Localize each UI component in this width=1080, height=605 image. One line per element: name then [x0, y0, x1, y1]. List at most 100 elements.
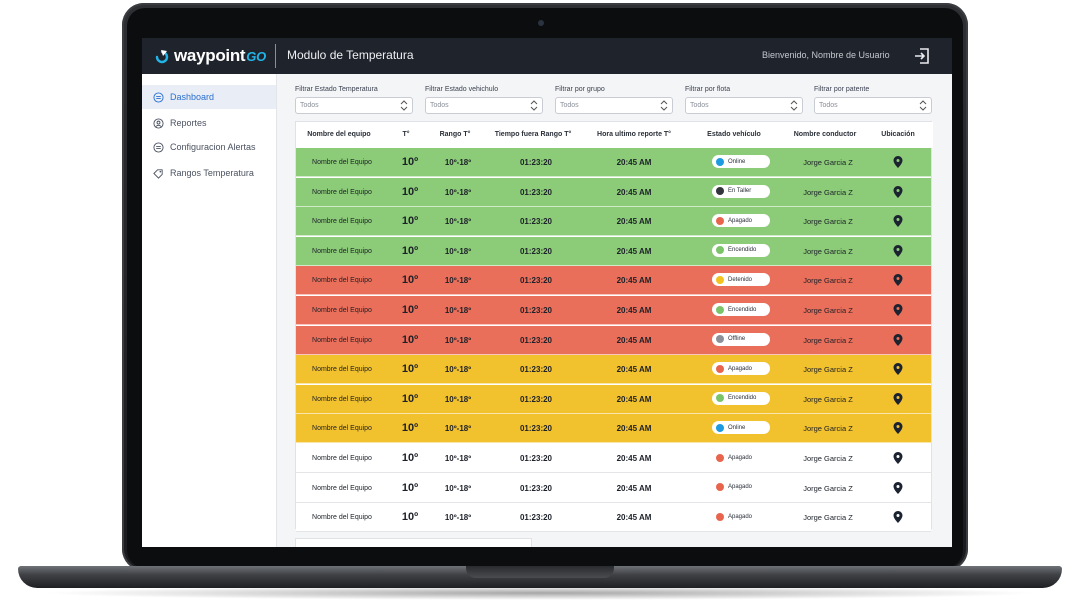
location-pin-icon[interactable] — [893, 511, 903, 524]
table-row[interactable]: Nombre del Equipo 10º 10º-18º 01:23:20 20:45… — [296, 148, 931, 177]
location-pin-icon[interactable] — [893, 422, 903, 435]
user-circle-icon — [153, 117, 164, 129]
column-header[interactable]: Rango T° — [440, 131, 471, 138]
laptop-shadow — [40, 586, 1040, 600]
sidebar-item-configuracion-alertas[interactable]: Configuracion Alertas — [142, 135, 276, 159]
column-header[interactable]: T° — [402, 131, 409, 138]
temperature-range: 10º-18º — [444, 217, 472, 227]
laptop-base-notch — [466, 566, 614, 578]
location-pin-icon[interactable] — [893, 333, 903, 346]
location-pin-icon[interactable] — [893, 392, 903, 405]
brand-logo[interactable]: waypointGO — [154, 46, 266, 66]
driver-name: Jorge Garcia Z — [803, 246, 853, 256]
filter-flota-select[interactable]: Todos — [685, 97, 803, 114]
temperature-range: 10º-18º — [444, 394, 472, 404]
equipo-name: Nombre del Equipo — [312, 247, 372, 255]
table-row[interactable]: Nombre del Equipo 10º 10º-18º 01:23:20 20:45… — [296, 444, 931, 473]
location-pin-icon[interactable] — [893, 244, 903, 257]
equipo-name: Nombre del Equipo — [312, 307, 372, 314]
equipo-name: Nombre del Equipo — [312, 366, 372, 374]
vehicle-status-badge: Encendido — [712, 391, 770, 405]
vehicle-status-label: Encendido — [728, 395, 757, 402]
driver-name: Jorge Garcia Z — [803, 513, 853, 523]
chevron-updown-icon — [790, 100, 798, 111]
column-header[interactable]: Nombre conductor — [794, 131, 857, 138]
filter-value: Todos — [690, 102, 709, 109]
status-dot-icon — [716, 305, 724, 314]
last-report-time: 20:45 AM — [616, 335, 652, 345]
filter-value: Todos — [819, 102, 838, 109]
temperature-value: 10º — [401, 392, 419, 405]
column-header[interactable]: Ubicación — [881, 131, 914, 138]
filter-patente-select[interactable]: Todos — [814, 97, 932, 114]
app-screen: waypointGO Modulo de Temperatura Bienven… — [142, 38, 952, 547]
table-row[interactable]: Nombre del Equipo 10º 10º-18º 01:23:20 20:45… — [296, 355, 931, 385]
sidebar-item-reportes[interactable]: Reportes — [142, 111, 276, 135]
table-row[interactable]: Nombre del Equipo 10º 10º-18º 01:23:20 20:45… — [296, 236, 931, 266]
last-report-time: 20:45 AM — [616, 365, 652, 375]
table-row[interactable]: Nombre del Equipo 10º 10º-18º 01:23:20 20:45… — [296, 325, 931, 355]
time-out-of-range: 01:23:20 — [519, 424, 553, 434]
vehicle-status-badge: Apagado — [712, 362, 770, 376]
vehicle-status-label: Offline — [728, 336, 746, 343]
driver-name: Jorge Garcia Z — [803, 306, 853, 315]
table-row[interactable]: Nombre del Equipo 10º 10º-18º 01:23:20 20:45… — [296, 207, 931, 237]
equipo-name: Nombre del Equipo — [312, 218, 372, 226]
location-pin-icon[interactable] — [893, 363, 903, 376]
vehicle-status-badge: Apagado — [712, 481, 770, 494]
sidebar-item-dashboard[interactable]: Dashboard — [142, 85, 276, 109]
location-pin-icon[interactable] — [893, 185, 903, 198]
time-out-of-range: 01:23:20 — [519, 158, 553, 167]
temperature-value: 10º — [401, 511, 419, 524]
location-pin-icon[interactable] — [893, 452, 903, 464]
last-report-time: 20:45 AM — [616, 454, 652, 463]
logout-icon[interactable] — [912, 46, 932, 66]
filter-estado-vehiculo: Filtrar Estado vehichulo Todos — [425, 86, 543, 114]
table-row[interactable]: Nombre del Equipo 10º 10º-18º 01:23:20 20:45… — [296, 296, 931, 325]
chevron-updown-icon — [400, 100, 408, 111]
vehicle-status-label: En Taller — [728, 188, 752, 195]
table-header: Nombre del equipo T° Rango T° Tiempo fue… — [296, 122, 933, 148]
filter-estado-temperatura-select[interactable]: Todos — [295, 97, 413, 114]
time-out-of-range: 01:23:20 — [519, 483, 553, 493]
location-pin-icon[interactable] — [893, 215, 903, 228]
vehicle-status-label: Detenido — [728, 276, 753, 283]
chevron-updown-icon — [530, 100, 538, 111]
vehicle-status-label: Apagado — [728, 484, 753, 491]
vehicle-status-badge: Apagado — [712, 510, 770, 523]
table-row[interactable]: Nombre del Equipo 10º 10º-18º 01:23:20 20:45… — [296, 503, 931, 533]
filter-value: Todos — [560, 102, 579, 109]
last-report-time: 20:45 AM — [616, 276, 652, 286]
tag-icon — [153, 168, 163, 179]
filter-estado-temperatura: Filtrar Estado Temperatura Todos — [295, 86, 413, 114]
top-navbar: waypointGO Modulo de Temperatura Bienven… — [142, 38, 952, 74]
time-out-of-range: 01:23:20 — [519, 365, 553, 375]
camera-icon — [538, 20, 544, 26]
filter-estado-vehiculo-select[interactable]: Todos — [425, 97, 543, 114]
table-row[interactable]: Nombre del Equipo 10º 10º-18º 01:23:20 20:45… — [296, 177, 931, 207]
location-pin-icon[interactable] — [893, 156, 903, 168]
table-row[interactable]: Nombre del Equipo 10º 10º-18º 01:23:20 20:45… — [296, 473, 931, 503]
driver-name: Jorge Garcia Z — [803, 335, 853, 345]
status-dot-icon — [716, 423, 724, 432]
time-out-of-range: 01:23:20 — [519, 276, 553, 286]
status-dot-icon — [716, 453, 724, 462]
temperature-value: 10º — [401, 452, 419, 464]
column-header[interactable]: Tiempo fuera Rango T° — [495, 131, 572, 138]
last-report-time: 20:45 AM — [616, 246, 652, 256]
location-pin-icon[interactable] — [893, 274, 903, 287]
table-row[interactable]: Nombre del Equipo 10º 10º-18º 01:23:20 20:45… — [296, 266, 931, 296]
table-row[interactable]: Nombre del Equipo 10º 10º-18º 01:23:20 20:45… — [296, 384, 931, 414]
column-header[interactable]: Nombre del equipo — [307, 131, 370, 138]
table-row[interactable]: Nombre del Equipo 10º 10º-18º 01:23:20 20:45… — [296, 414, 931, 444]
driver-name: Jorge Garcia Z — [803, 187, 853, 197]
sidebar-item-rangos-temperatura[interactable]: Rangos Temperatura — [142, 161, 276, 185]
filter-patente: Filtrar por patente Todos — [814, 86, 932, 114]
column-header[interactable]: Estado vehículo — [707, 131, 761, 138]
filter-grupo-select[interactable]: Todos — [555, 97, 673, 114]
time-out-of-range: 01:23:20 — [519, 306, 553, 315]
location-pin-icon[interactable] — [893, 481, 903, 494]
location-pin-icon[interactable] — [893, 304, 903, 316]
status-dot-icon — [716, 335, 724, 344]
column-header[interactable]: Hora ultimo reporte T° — [597, 131, 671, 138]
